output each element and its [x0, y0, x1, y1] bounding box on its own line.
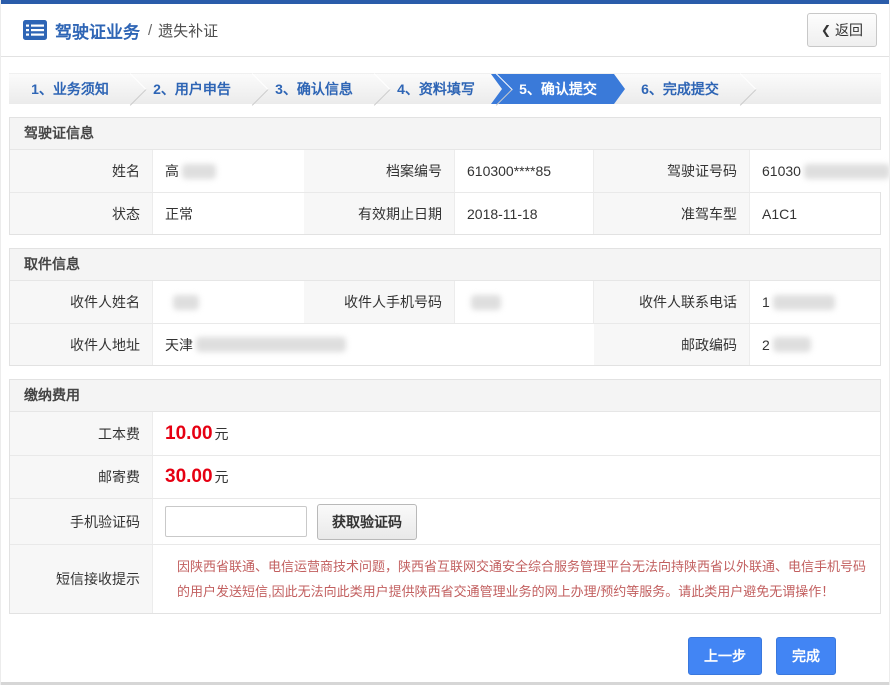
license-no-value: 61030 [749, 150, 890, 192]
license-section-title: 驾驶证信息 [10, 118, 880, 150]
payment-section-title: 缴纳费用 [10, 380, 880, 412]
expiry-value: 2018-11-18 [454, 192, 594, 234]
breadcrumb-separator: / [148, 22, 152, 39]
step-2-user-declaration[interactable]: 2、用户申告 [131, 74, 253, 104]
mailing-fee-amount: 30.00 [165, 466, 213, 488]
license-info-table: 姓名 高 档案编号 610300****85 驾驶证号码 61030 [10, 150, 880, 192]
sms-notice-label: 短信接收提示 [10, 544, 152, 613]
address-value: 天津 [152, 323, 594, 365]
currency-unit: 元 [215, 467, 229, 487]
page: 驾驶证业务 / 遗失补证 ❮ 返回 1、业务须知 2、用户申告 3、确认信息 4… [0, 0, 890, 685]
redaction-smudge [182, 164, 216, 179]
step-3-confirm-info[interactable]: 3、确认信息 [253, 74, 375, 104]
breadcrumb-current: 遗失补证 [158, 20, 218, 41]
payment-section: 缴纳费用 工本费 10.00 元 邮寄费 30.00 元 手机验证码 获取验证码… [9, 379, 881, 614]
pickup-info-table: 收件人姓名 收件人手机号码 收件人联系电话 1 [10, 281, 880, 323]
vehicle-class-value: A1C1 [749, 192, 880, 234]
step-6-complete-submit[interactable]: 6、完成提交 [619, 74, 741, 104]
postal-value: 2 [749, 323, 880, 365]
step-wizard-filler [741, 74, 881, 104]
postal-label: 邮政编码 [594, 323, 749, 365]
list-icon [23, 20, 47, 40]
vehicle-class-label: 准驾车型 [594, 192, 749, 234]
previous-step-button[interactable]: 上一步 [688, 637, 762, 675]
license-info-section: 驾驶证信息 姓名 高 档案编号 610300****85 驾驶证号码 61030… [9, 117, 881, 235]
chevron-left-icon: ❮ [821, 23, 831, 37]
redaction-smudge [173, 295, 199, 310]
currency-unit: 元 [215, 424, 229, 444]
redaction-smudge [773, 295, 835, 310]
address-label: 收件人地址 [10, 323, 152, 365]
recipient-name-value [152, 281, 304, 323]
captcha-row: 手机验证码 获取验证码 [10, 498, 880, 544]
production-fee-value: 10.00 元 [152, 412, 880, 455]
page-header: 驾驶证业务 / 遗失补证 ❮ 返回 [1, 4, 889, 57]
file-no-value: 610300****85 [454, 150, 594, 192]
captcha-input[interactable] [165, 506, 307, 537]
recipient-phone-label: 收件人联系电话 [594, 281, 749, 323]
recipient-mobile-label: 收件人手机号码 [304, 281, 454, 323]
redaction-smudge [773, 337, 811, 352]
recipient-mobile-value [454, 281, 594, 323]
step-wizard: 1、业务须知 2、用户申告 3、确认信息 4、资料填写 5、确认提交 6、完成提… [9, 73, 881, 104]
mailing-fee-value: 30.00 元 [152, 455, 880, 498]
recipient-name-label: 收件人姓名 [10, 281, 152, 323]
step-4-fill-materials[interactable]: 4、资料填写 [375, 74, 497, 104]
step-1-business-notice[interactable]: 1、业务须知 [9, 74, 131, 104]
license-info-table-row2: 状态 正常 有效期止日期 2018-11-18 准驾车型 A1C1 [10, 192, 880, 234]
pickup-info-section: 取件信息 收件人姓名 收件人手机号码 收件人联系电话 1 收件人地址 天津 邮政… [9, 248, 881, 366]
redaction-smudge [471, 295, 501, 310]
production-fee-amount: 10.00 [165, 423, 213, 445]
status-label: 状态 [10, 192, 152, 234]
sms-notice-text: 因陕西省联通、电信运营商技术问题，陕西省互联网交通安全综合服务管理平台无法向持陕… [165, 545, 880, 613]
page-title: 驾驶证业务 [55, 18, 140, 43]
status-value: 正常 [152, 192, 304, 234]
sms-notice-cell: 因陕西省联通、电信运营商技术问题，陕西省互联网交通安全综合服务管理平台无法向持陕… [152, 544, 880, 613]
name-value: 高 [152, 150, 304, 192]
sms-notice-row: 短信接收提示 因陕西省联通、电信运营商技术问题，陕西省互联网交通安全综合服务管理… [10, 544, 880, 613]
footer-actions: 上一步 完成 [1, 614, 889, 675]
get-captcha-button[interactable]: 获取验证码 [317, 504, 417, 540]
captcha-field-cell: 获取验证码 [152, 498, 880, 544]
pickup-info-table-row2: 收件人地址 天津 邮政编码 2 [10, 323, 880, 365]
mailing-fee-label: 邮寄费 [10, 455, 152, 498]
recipient-phone-value: 1 [749, 281, 880, 323]
name-label: 姓名 [10, 150, 152, 192]
redaction-smudge [196, 337, 346, 352]
mailing-fee-row: 邮寄费 30.00 元 [10, 455, 880, 498]
back-button-label: 返回 [835, 20, 863, 40]
pickup-section-title: 取件信息 [10, 249, 880, 281]
license-no-label: 驾驶证号码 [594, 150, 749, 192]
file-no-label: 档案编号 [304, 150, 454, 192]
redaction-smudge [804, 164, 890, 179]
production-fee-row: 工本费 10.00 元 [10, 412, 880, 455]
production-fee-label: 工本费 [10, 412, 152, 455]
captcha-label: 手机验证码 [10, 498, 152, 544]
back-button[interactable]: ❮ 返回 [807, 13, 877, 47]
expiry-label: 有效期止日期 [304, 192, 454, 234]
finish-button[interactable]: 完成 [776, 637, 836, 675]
